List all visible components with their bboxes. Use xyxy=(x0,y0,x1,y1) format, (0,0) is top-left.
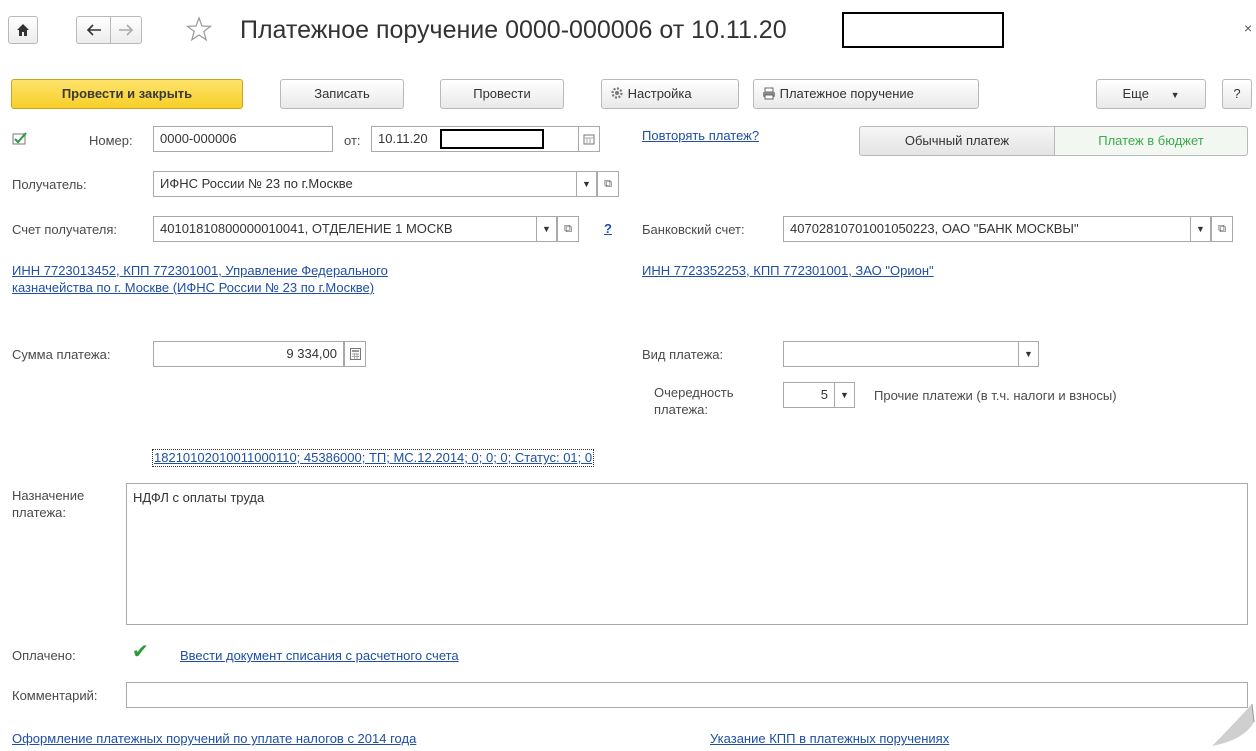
comment-label: Комментарий: xyxy=(12,688,98,703)
footer-link-taxes-2014[interactable]: Оформление платежных поручений по уплате… xyxy=(12,731,416,747)
amount-label: Сумма платежа: xyxy=(12,347,111,362)
recipient-field[interactable]: ИФНС России № 23 по г.Москве xyxy=(153,171,577,197)
help-button[interactable]: ? xyxy=(1222,79,1252,109)
recipient-label: Получатель: xyxy=(12,177,87,192)
chevron-down-icon: ▼ xyxy=(1196,224,1205,234)
chevron-down-icon: ▼ xyxy=(582,179,591,189)
window-title: Платежное поручение 0000-000006 от 10.11… xyxy=(240,16,787,44)
tab-regular-payment[interactable]: Обычный платеж xyxy=(859,126,1055,156)
arrow-left-icon xyxy=(86,24,101,36)
recipient-account-field[interactable]: 40101810800000010041, ОТДЕЛЕНИЕ 1 МОСКВ xyxy=(153,216,537,242)
chevron-down-icon: ▼ xyxy=(840,390,849,400)
posted-status-icon xyxy=(12,132,28,146)
recipient-dropdown[interactable]: ▼ xyxy=(577,171,597,197)
bank-account-dropdown[interactable]: ▼ xyxy=(1191,216,1211,242)
chevron-down-icon: ▼ xyxy=(542,224,551,234)
payment-type-dropdown[interactable]: ▼ xyxy=(1019,341,1039,367)
recipient-account-help-link[interactable]: ? xyxy=(604,221,612,237)
open-form-icon: ⧉ xyxy=(604,178,612,190)
date-label: от: xyxy=(344,133,361,148)
print-payment-order-button[interactable]: Платежное поручение xyxy=(753,79,979,109)
comment-field[interactable] xyxy=(126,682,1248,708)
recipient-open-button[interactable]: ⧉ xyxy=(597,171,619,197)
number-label: Номер: xyxy=(89,133,133,148)
paid-checkbox[interactable]: ✔ xyxy=(132,641,149,663)
print-payment-order-label: Платежное поручение xyxy=(779,86,914,101)
payer-info-link[interactable]: ИНН 7723352253, КПП 772301001, ЗАО "Орио… xyxy=(642,263,934,279)
recipient-info-link-line2[interactable]: казначейства по г. Москве (ИФНС России №… xyxy=(12,280,374,296)
purpose-text: НДФЛ с оплаты труда xyxy=(133,490,265,505)
priority-description: Прочие платежи (в т.ч. налоги и взносы) xyxy=(874,388,1117,403)
calculator-icon xyxy=(349,348,361,360)
save-button[interactable]: Записать xyxy=(280,79,404,109)
redacted-date-year xyxy=(440,129,544,149)
payment-type-field[interactable] xyxy=(783,341,1019,367)
number-field[interactable]: 0000-000006 xyxy=(153,126,333,152)
priority-dropdown[interactable]: ▼ xyxy=(835,382,855,408)
tab-budget-payment[interactable]: Платеж в бюджет xyxy=(1054,126,1248,156)
purpose-textarea[interactable]: НДФЛ с оплаты труда xyxy=(126,483,1248,625)
payment-type-label: Вид платежа: xyxy=(642,347,724,362)
open-form-icon: ⧉ xyxy=(564,223,572,235)
bank-account-field[interactable]: 40702810701001050223, ОАО "БАНК МОСКВЫ" xyxy=(783,216,1191,242)
close-button[interactable]: × xyxy=(1244,20,1252,36)
priority-field[interactable]: 5 xyxy=(783,382,835,408)
priority-label-line1: Очередность xyxy=(654,385,734,400)
recipient-account-open-button[interactable]: ⧉ xyxy=(557,216,579,242)
chevron-down-icon: ▼ xyxy=(1024,349,1033,359)
writeoff-document-link[interactable]: Ввести документ списания с расчетного сч… xyxy=(180,648,459,664)
home-icon xyxy=(17,24,29,36)
repeat-payment-link[interactable]: Повторять платеж? xyxy=(642,128,759,144)
arrow-right-icon xyxy=(119,24,134,36)
calendar-button[interactable] xyxy=(578,126,600,152)
open-form-icon: ⧉ xyxy=(1218,223,1226,235)
back-button[interactable] xyxy=(76,16,110,44)
footer-link-kpp[interactable]: Указание КПП в платежных поручениях xyxy=(710,731,949,747)
budget-details-link[interactable]: 18210102010011000110; 45386000; ТП; МС.1… xyxy=(151,449,595,467)
amount-field[interactable]: 9 334,00 xyxy=(153,341,344,367)
star-icon xyxy=(185,16,213,42)
redacted-title-year xyxy=(842,12,1004,48)
priority-label-line2: платежа: xyxy=(654,402,708,417)
settings-label: Настройка xyxy=(627,86,692,101)
recipient-account-dropdown[interactable]: ▼ xyxy=(537,216,557,242)
bank-account-label: Банковский счет: xyxy=(642,222,745,237)
recipient-account-label: Счет получателя: xyxy=(12,222,118,237)
favorite-button[interactable] xyxy=(185,16,214,44)
chevron-down-icon: ▼ xyxy=(1170,90,1180,100)
printer-icon xyxy=(763,87,775,100)
gear-icon xyxy=(611,87,623,99)
post-and-close-button[interactable]: Провести и закрыть xyxy=(11,79,243,109)
more-label: Еще xyxy=(1122,86,1149,101)
bank-account-open-button[interactable]: ⧉ xyxy=(1211,216,1233,242)
forward-button[interactable] xyxy=(110,16,142,44)
settings-button[interactable]: Настройка xyxy=(601,79,739,109)
calendar-icon xyxy=(583,134,595,145)
recipient-info-link-line1[interactable]: ИНН 7723013452, КПП 772301001, Управлени… xyxy=(12,263,388,279)
page-curl-decoration xyxy=(1208,700,1256,748)
paid-label: Оплачено: xyxy=(12,648,76,663)
post-button[interactable]: Провести xyxy=(440,79,564,109)
purpose-label-line2: платежа: xyxy=(12,505,66,520)
home-button[interactable] xyxy=(8,16,38,44)
more-menu-button[interactable]: Еще ▼ xyxy=(1096,79,1206,109)
purpose-label-line1: Назначение xyxy=(12,488,85,503)
calculator-button[interactable] xyxy=(344,341,366,367)
